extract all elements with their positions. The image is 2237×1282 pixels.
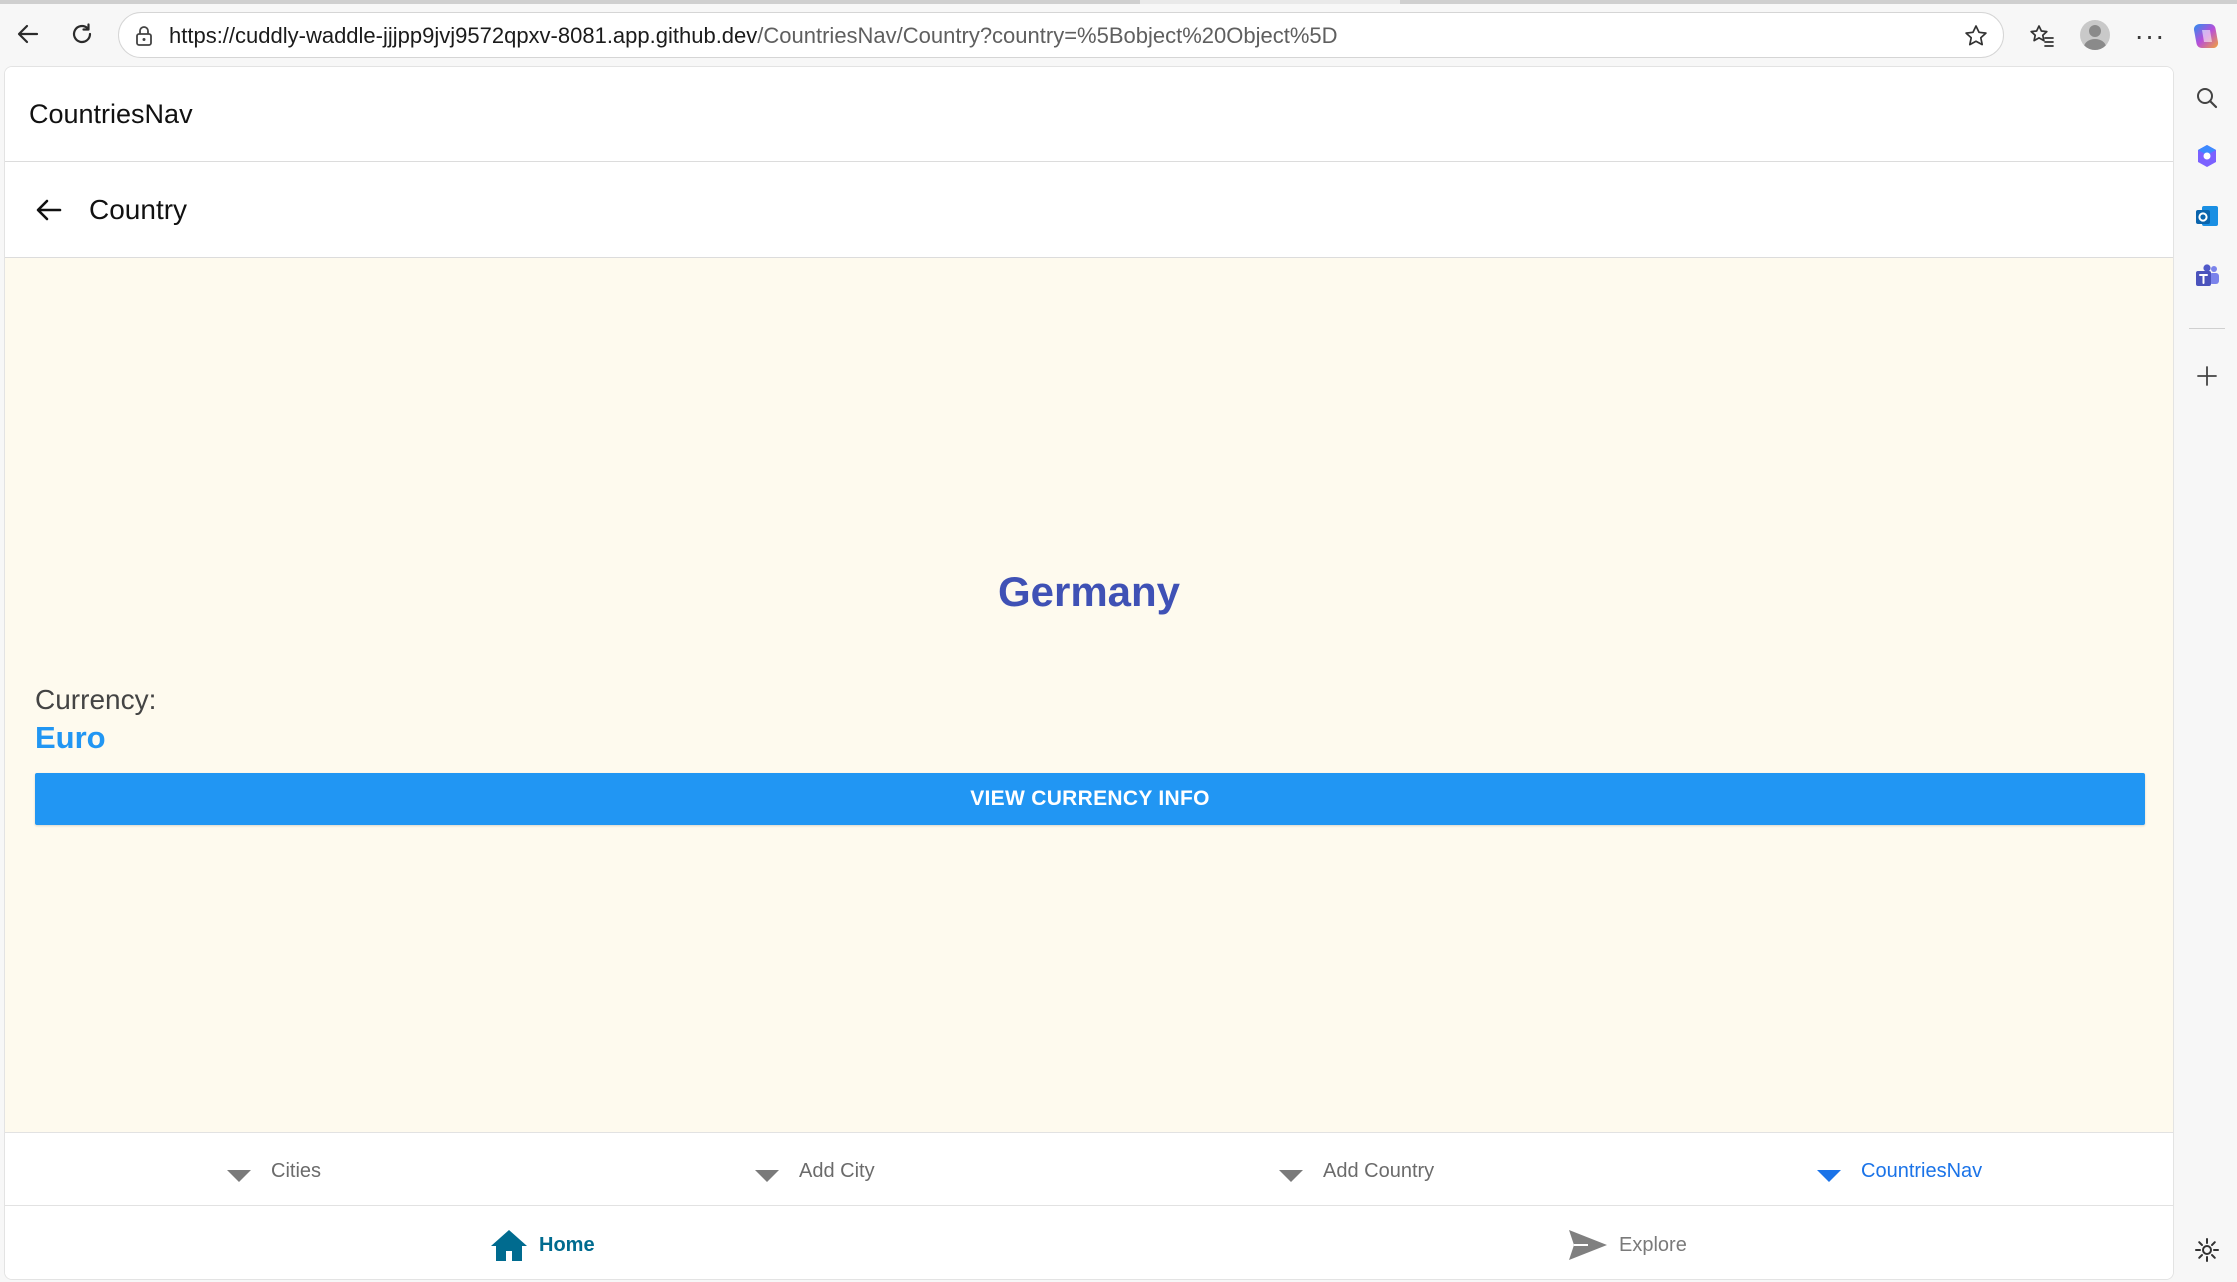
view-currency-info-button[interactable]: VIEW CURRENCY INFO (35, 773, 2145, 825)
page-title: Country (89, 194, 188, 225)
arrow-left-icon (36, 199, 62, 221)
chevron-down-icon (227, 1170, 251, 1182)
avatar[interactable] (2080, 20, 2110, 50)
chevron-down-icon (1279, 1170, 1303, 1182)
currency-label: Currency: (35, 684, 157, 715)
lock-icon[interactable] (133, 24, 155, 53)
settings-icon[interactable] (2187, 1230, 2227, 1270)
tab-label: CountriesNav (1861, 1159, 1983, 1182)
favorites-icon[interactable] (2022, 16, 2062, 56)
address-bar[interactable]: https://cuddly-waddle-jjjpp9jvj9572qpxv-… (118, 12, 2004, 58)
tab-label: Cities (271, 1159, 322, 1182)
tab-add-city[interactable]: Add City (755, 1153, 875, 1189)
currency-value: Euro (35, 720, 106, 755)
teams-icon[interactable] (2187, 256, 2227, 296)
chevron-down-icon (755, 1170, 779, 1182)
copilot-sidebar-icon[interactable] (2187, 136, 2227, 176)
reload-button[interactable] (62, 14, 102, 54)
home-icon (491, 1230, 527, 1261)
tab-explore[interactable]: Explore (1567, 1225, 1687, 1265)
more-button[interactable]: ··· (2130, 16, 2170, 56)
copilot-icon[interactable] (2186, 16, 2226, 56)
browser-toolbar: https://cuddly-waddle-jjjpp9jvj9572qpxv-… (0, 4, 2237, 66)
more-icon: ··· (2134, 20, 2166, 51)
url-path: /CountriesNav/Country?country=%5Bobject%… (757, 23, 1338, 48)
country-content: Germany Currency: Euro VIEW CURRENCY INF… (5, 258, 2173, 1132)
send-icon (1569, 1230, 1607, 1260)
add-icon[interactable] (2187, 356, 2227, 396)
page-back-button[interactable] (27, 188, 71, 232)
arrow-left-icon (17, 24, 39, 44)
tab-label: Explore (1619, 1233, 1687, 1256)
url-host: https://cuddly-waddle-jjjpp9jvj9572qpxv-… (169, 23, 758, 48)
tab-home[interactable]: Home (489, 1225, 595, 1265)
star-icon[interactable] (1963, 23, 1989, 54)
country-name: Germany (997, 568, 1181, 615)
reload-icon (72, 23, 92, 44)
app-title: CountriesNav (29, 99, 193, 129)
outlook-icon[interactable] (2187, 196, 2227, 236)
page-header: Country (5, 162, 2173, 258)
tab-countriesnav[interactable]: CountriesNav (1817, 1153, 1982, 1189)
browser-sidebar (2177, 66, 2237, 1282)
bottom-tab-bar: Home Explore (5, 1206, 2173, 1279)
tab-label: Home (539, 1233, 595, 1256)
tab-label: Add Country (1323, 1159, 1435, 1182)
top-tab-bar: Cities Add City Add Country CountriesNav (5, 1132, 2173, 1206)
back-button[interactable] (8, 14, 48, 54)
tab-cities[interactable]: Cities (227, 1153, 321, 1189)
tab-label: Add City (799, 1159, 875, 1182)
sidebar-divider (2189, 328, 2225, 329)
chevron-down-icon (1817, 1170, 1841, 1182)
search-icon[interactable] (2187, 78, 2227, 118)
app-viewport: CountriesNav Country Germany Currency: E… (4, 66, 2174, 1280)
tab-add-country[interactable]: Add Country (1279, 1153, 1434, 1189)
app-header: CountriesNav (5, 67, 2173, 162)
url-text[interactable]: https://cuddly-waddle-jjjpp9jvj9572qpxv-… (169, 24, 1338, 48)
